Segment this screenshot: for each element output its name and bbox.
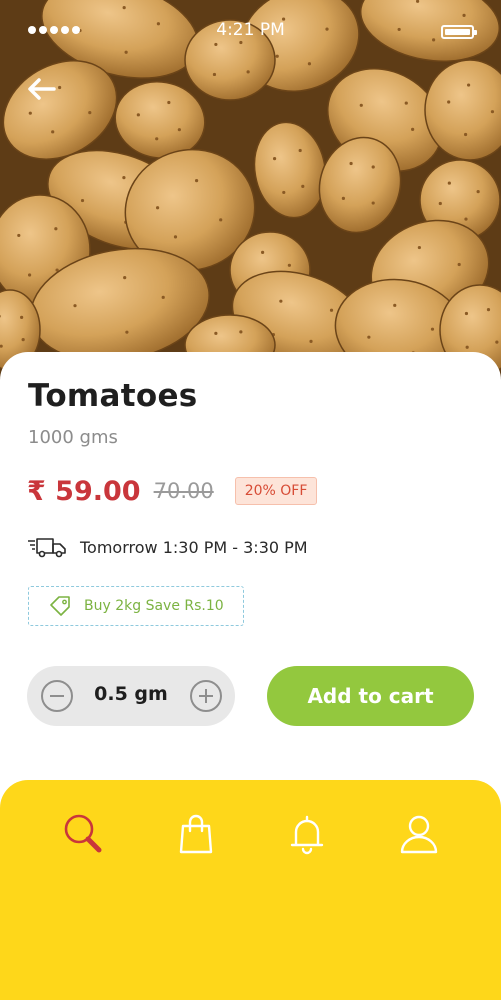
potato-spot bbox=[246, 70, 250, 74]
potato-spot bbox=[467, 83, 471, 87]
potato-spot bbox=[173, 235, 178, 239]
potato-spot bbox=[219, 218, 223, 222]
potato-spot bbox=[298, 148, 302, 153]
price-row: ₹ 59.00 70.00 20% OFF bbox=[27, 473, 318, 509]
potato-spot bbox=[282, 190, 286, 195]
add-to-cart-button[interactable]: Add to cart bbox=[267, 666, 474, 726]
potato-spot bbox=[27, 273, 32, 277]
bell-icon bbox=[290, 815, 324, 855]
decrease-quantity-button[interactable] bbox=[41, 680, 73, 712]
nav-profile[interactable] bbox=[397, 812, 441, 856]
potato-spot bbox=[447, 100, 451, 104]
user-icon bbox=[400, 815, 438, 854]
potato-spot bbox=[329, 308, 334, 312]
potato-spot bbox=[438, 201, 442, 206]
potato-spot bbox=[21, 337, 25, 342]
bottom-nav bbox=[0, 780, 501, 1000]
potato-spot bbox=[393, 303, 397, 307]
original-price: 70.00 bbox=[153, 479, 214, 503]
potato-spot bbox=[309, 339, 313, 343]
back-button[interactable] bbox=[26, 74, 58, 104]
potato-spot bbox=[371, 201, 375, 205]
potato-spot bbox=[464, 217, 468, 221]
product-name: Tomatoes bbox=[28, 378, 198, 414]
potato-spot bbox=[359, 103, 363, 107]
potato-spot bbox=[417, 245, 421, 250]
potato-spot bbox=[464, 132, 468, 137]
potato-spot bbox=[371, 165, 375, 169]
tag-icon bbox=[50, 596, 70, 616]
potato-spot bbox=[88, 111, 92, 115]
potato-spot bbox=[464, 311, 469, 316]
offer-tag[interactable]: Buy 2kg Save Rs.10 bbox=[28, 586, 244, 626]
potato-spot bbox=[177, 128, 181, 132]
product-detail-screen: 4:21 PM Tomatoes 1000 gms ₹ 59.00 70.00 … bbox=[0, 0, 501, 1000]
potato-spot bbox=[279, 299, 283, 303]
potato-spot bbox=[155, 137, 159, 141]
potato-spot bbox=[20, 315, 24, 319]
potato-spot bbox=[214, 331, 218, 335]
offer-text: Buy 2kg Save Rs.10 bbox=[84, 598, 224, 614]
bag-icon bbox=[179, 814, 213, 854]
potato-spot bbox=[123, 276, 127, 280]
potato-spot bbox=[490, 110, 495, 114]
nav-bag[interactable] bbox=[174, 812, 218, 856]
potato-spot bbox=[125, 330, 129, 334]
potato-spot bbox=[307, 62, 312, 66]
product-weight: 1000 gms bbox=[28, 427, 118, 448]
potato-spot bbox=[367, 335, 371, 339]
potato-spot bbox=[411, 127, 415, 131]
potato-spot bbox=[54, 227, 58, 231]
potato-spot bbox=[136, 113, 140, 117]
search-icon bbox=[64, 814, 102, 853]
quantity-stepper: 0.5 gm bbox=[27, 666, 235, 726]
battery-icon bbox=[441, 25, 477, 39]
potato-spot bbox=[51, 130, 55, 134]
potato-spot bbox=[194, 179, 199, 183]
delivery-info: Tomorrow 1:30 PM - 3:30 PM bbox=[27, 534, 308, 560]
potato-spot bbox=[272, 157, 277, 161]
potato-spot bbox=[349, 161, 353, 166]
potato-spot bbox=[495, 340, 499, 344]
potato-spot bbox=[476, 190, 480, 194]
potato-spot bbox=[430, 327, 435, 331]
potato-spot bbox=[447, 181, 451, 185]
potato-spot bbox=[155, 206, 160, 210]
potato-spot bbox=[465, 345, 469, 349]
increase-quantity-button[interactable] bbox=[190, 680, 222, 712]
potato-spot bbox=[301, 184, 305, 188]
arrow-left-icon bbox=[28, 78, 56, 100]
delivery-time: Tomorrow 1:30 PM - 3:30 PM bbox=[80, 537, 308, 557]
discount-badge: 20% OFF bbox=[234, 477, 318, 505]
potato-spot bbox=[457, 262, 461, 267]
potato-spot bbox=[167, 100, 171, 105]
potato-spot bbox=[261, 250, 265, 254]
potato-spot bbox=[161, 295, 165, 299]
potato-spot bbox=[404, 101, 408, 105]
potato-spot bbox=[17, 233, 21, 238]
nav-notifications[interactable] bbox=[285, 812, 329, 856]
potato-spot bbox=[28, 111, 32, 115]
potato-spot bbox=[239, 330, 243, 334]
potato-spot bbox=[58, 85, 62, 90]
potato-spot bbox=[287, 263, 291, 267]
potato-spot bbox=[212, 72, 217, 77]
potato-spot bbox=[73, 304, 77, 308]
delivery-truck-icon bbox=[28, 538, 66, 558]
quantity-value: 0.5 gm bbox=[94, 683, 168, 705]
potato-spot bbox=[80, 198, 85, 203]
potato-spot bbox=[486, 308, 491, 312]
status-bar: 4:21 PM bbox=[0, 0, 501, 62]
nav-search[interactable] bbox=[61, 812, 105, 856]
potato-spot bbox=[122, 176, 126, 180]
product-price: ₹ 59.00 bbox=[27, 475, 141, 507]
potato-spot bbox=[341, 196, 345, 200]
status-time: 4:21 PM bbox=[216, 20, 285, 40]
